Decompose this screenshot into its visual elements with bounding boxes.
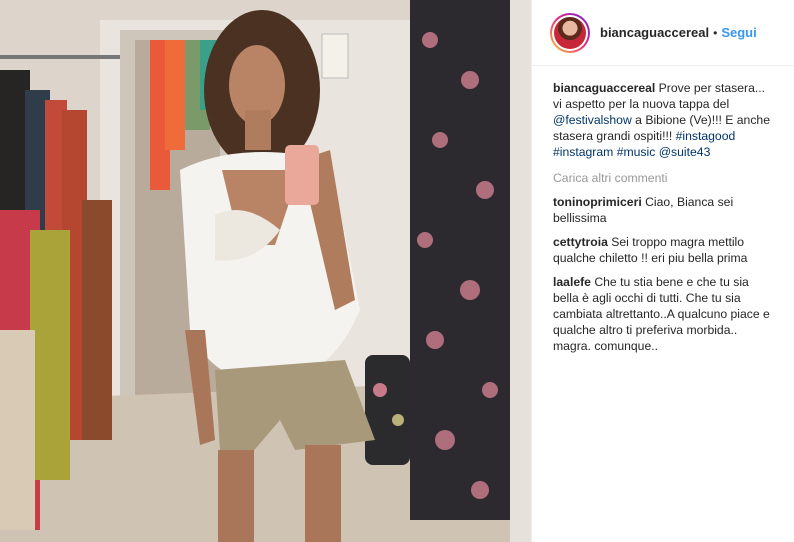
caption-hashtag-instagram[interactable]: #instagram [553,145,613,159]
post-side-panel: biancaguaccereal • Segui biancaguaccerea… [531,0,794,542]
comment-username[interactable]: laalefe [553,275,591,289]
post-caption: biancaguaccereal Prove per stasera... vi… [553,80,772,160]
avatar-ring [552,14,588,51]
header-separator: • [713,25,718,40]
caption-mention-suite43[interactable]: @suite43 [659,145,711,159]
comments-section: biancaguaccereal Prove per stasera... vi… [532,66,772,354]
comment-item: cettytroia Sei troppo magra mettilo qual… [553,234,772,266]
post-photo[interactable] [0,0,531,542]
load-more-comments-button[interactable]: Carica altri commenti [553,170,772,186]
avatar-image [554,16,586,49]
comment-username[interactable]: cettytroia [553,235,608,249]
caption-hashtag-music[interactable]: #music [617,145,656,159]
comment-item: laalefe Che tu stia bene e che tu sia be… [553,274,772,354]
caption-hashtag-instagood[interactable]: #instagood [676,129,736,143]
avatar[interactable] [550,12,590,53]
comment-username[interactable]: toninoprimiceri [553,195,642,209]
instagram-post: biancaguaccereal • Segui biancaguaccerea… [0,0,794,542]
header-username[interactable]: biancaguaccereal [600,25,709,40]
mirror-selfie-image [0,0,531,542]
caption-username[interactable]: biancaguaccereal [553,81,655,95]
comment-item: toninoprimiceri Ciao, Bianca sei belliss… [553,194,772,226]
post-header: biancaguaccereal • Segui [532,0,794,66]
follow-button[interactable]: Segui [721,25,756,40]
caption-mention-festivalshow[interactable]: @festivalshow [553,113,632,127]
